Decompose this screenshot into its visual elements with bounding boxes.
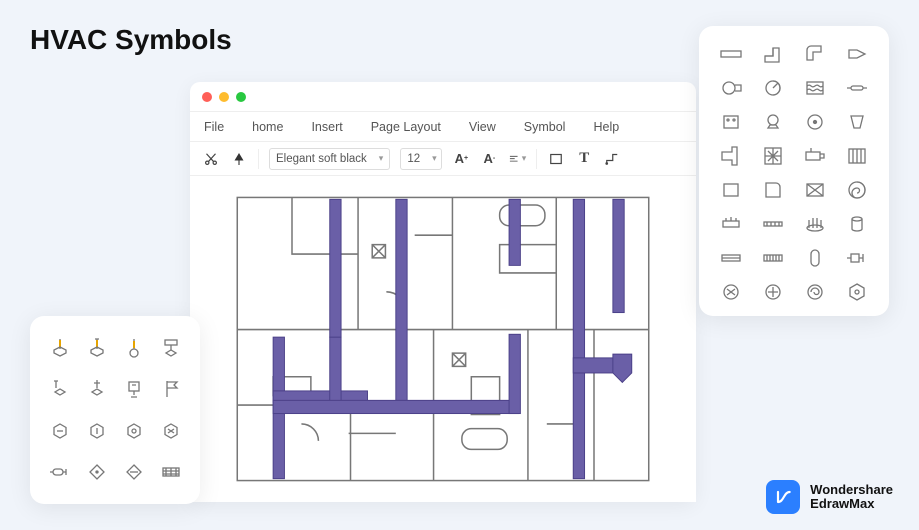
symbol-diffuser[interactable]	[841, 110, 873, 134]
symbol-thermometer-1[interactable]	[46, 332, 73, 364]
brand-line2: EdrawMax	[810, 497, 893, 511]
symbol-condenser[interactable]	[799, 280, 831, 304]
toolbar: Elegant soft black ▾ 12 ▾ A+ A- ▾ T	[190, 142, 696, 176]
symbol-radiator[interactable]	[799, 212, 831, 236]
symbol-coil[interactable]	[715, 280, 747, 304]
symbol-ahu[interactable]	[157, 457, 184, 489]
drawing-canvas[interactable]	[190, 176, 696, 502]
symbol-grille-linear[interactable]	[757, 246, 789, 270]
brand-line1: Wondershare	[810, 483, 893, 497]
symbol-pump[interactable]	[757, 110, 789, 134]
symbol-sensor-top[interactable]	[157, 332, 184, 364]
symbol-linear-diffuser[interactable]	[715, 246, 747, 270]
increase-font-icon[interactable]: A+	[452, 150, 470, 168]
brand-watermark: Wondershare EdrawMax	[766, 480, 893, 514]
connector-icon[interactable]	[603, 150, 621, 168]
symbol-compressor[interactable]	[46, 457, 73, 489]
shape-rect-icon[interactable]	[547, 150, 565, 168]
symbol-swirl[interactable]	[841, 178, 873, 202]
font-size: 12	[407, 153, 420, 165]
app-window: File home Insert Page Layout View Symbol…	[190, 82, 696, 502]
page-title: HVAC Symbols	[30, 24, 232, 56]
symbol-hex-3[interactable]	[120, 415, 147, 447]
symbol-grille-box[interactable]	[757, 144, 789, 168]
decrease-font-icon[interactable]: A-	[480, 150, 498, 168]
symbol-damper-round[interactable]	[799, 110, 831, 134]
symbol-louver[interactable]	[841, 144, 873, 168]
symbol-hex-4[interactable]	[157, 415, 184, 447]
symbol-vav-box[interactable]	[799, 144, 831, 168]
symbol-hex-valve[interactable]	[841, 280, 873, 304]
maximize-icon[interactable]	[236, 92, 246, 102]
symbol-probe-1[interactable]	[46, 374, 73, 406]
menu-page-layout[interactable]: Page Layout	[371, 120, 441, 134]
symbol-fan-centrifugal[interactable]	[715, 76, 747, 100]
symbol-diamond[interactable]	[83, 457, 110, 489]
symbol-panel-right	[699, 26, 889, 316]
symbol-silencer[interactable]	[841, 76, 873, 100]
symbol-panel-left	[30, 316, 200, 504]
menu-bar: File home Insert Page Layout View Symbol…	[190, 112, 696, 142]
menu-symbol[interactable]: Symbol	[524, 120, 566, 134]
toolbar-divider	[258, 149, 259, 169]
symbol-damper-rect[interactable]	[799, 178, 831, 202]
symbol-box-empty[interactable]	[715, 178, 747, 202]
symbol-hex-1[interactable]	[46, 415, 73, 447]
symbol-valve-plus[interactable]	[757, 280, 789, 304]
text-tool-icon[interactable]: T	[575, 150, 593, 168]
font-name: Elegant soft black	[276, 153, 367, 165]
symbol-register-flat[interactable]	[757, 212, 789, 236]
symbol-duct-straight[interactable]	[715, 42, 747, 66]
minimize-icon[interactable]	[219, 92, 229, 102]
symbol-thermometer-2[interactable]	[83, 332, 110, 364]
symbol-heat-exchanger[interactable]	[841, 246, 873, 270]
menu-insert[interactable]: Insert	[311, 120, 342, 134]
chevron-down-icon: ▾	[379, 153, 384, 164]
symbol-control-box[interactable]	[715, 110, 747, 134]
symbol-branch-duct[interactable]	[715, 144, 747, 168]
symbol-fan-blower[interactable]	[757, 76, 789, 100]
format-painter-icon[interactable]	[230, 150, 248, 168]
menu-view[interactable]: View	[469, 120, 496, 134]
cut-icon[interactable]	[202, 150, 220, 168]
symbol-diamond-h[interactable]	[120, 457, 147, 489]
symbol-thermometer-3[interactable]	[120, 332, 147, 364]
symbol-capsule[interactable]	[799, 246, 831, 270]
symbol-duct-elbow-curve[interactable]	[799, 42, 831, 66]
symbol-hex-2[interactable]	[83, 415, 110, 447]
menu-help[interactable]: Help	[593, 120, 619, 134]
symbol-cylinder[interactable]	[841, 212, 873, 236]
menu-home[interactable]: home	[252, 120, 283, 134]
chevron-down-icon: ▾	[522, 153, 527, 164]
symbol-duct-elbow[interactable]	[757, 42, 789, 66]
symbol-filter[interactable]	[799, 76, 831, 100]
symbol-rounded-corner[interactable]	[757, 178, 789, 202]
font-selector[interactable]: Elegant soft black ▾	[269, 148, 390, 170]
chevron-down-icon: ▾	[432, 153, 437, 164]
font-size-selector[interactable]: 12 ▾	[400, 148, 442, 170]
symbol-register-top[interactable]	[715, 212, 747, 236]
brand-badge-icon	[766, 480, 800, 514]
symbol-flag-sensor[interactable]	[157, 374, 184, 406]
close-icon[interactable]	[202, 92, 212, 102]
symbol-probe-2[interactable]	[83, 374, 110, 406]
floorplan-drawing	[202, 188, 684, 490]
window-titlebar	[190, 82, 696, 112]
menu-file[interactable]: File	[204, 120, 224, 134]
align-icon[interactable]: ▾	[508, 150, 526, 168]
symbol-duct-transition[interactable]	[841, 42, 873, 66]
toolbar-divider	[536, 149, 537, 169]
symbol-controller[interactable]	[120, 374, 147, 406]
